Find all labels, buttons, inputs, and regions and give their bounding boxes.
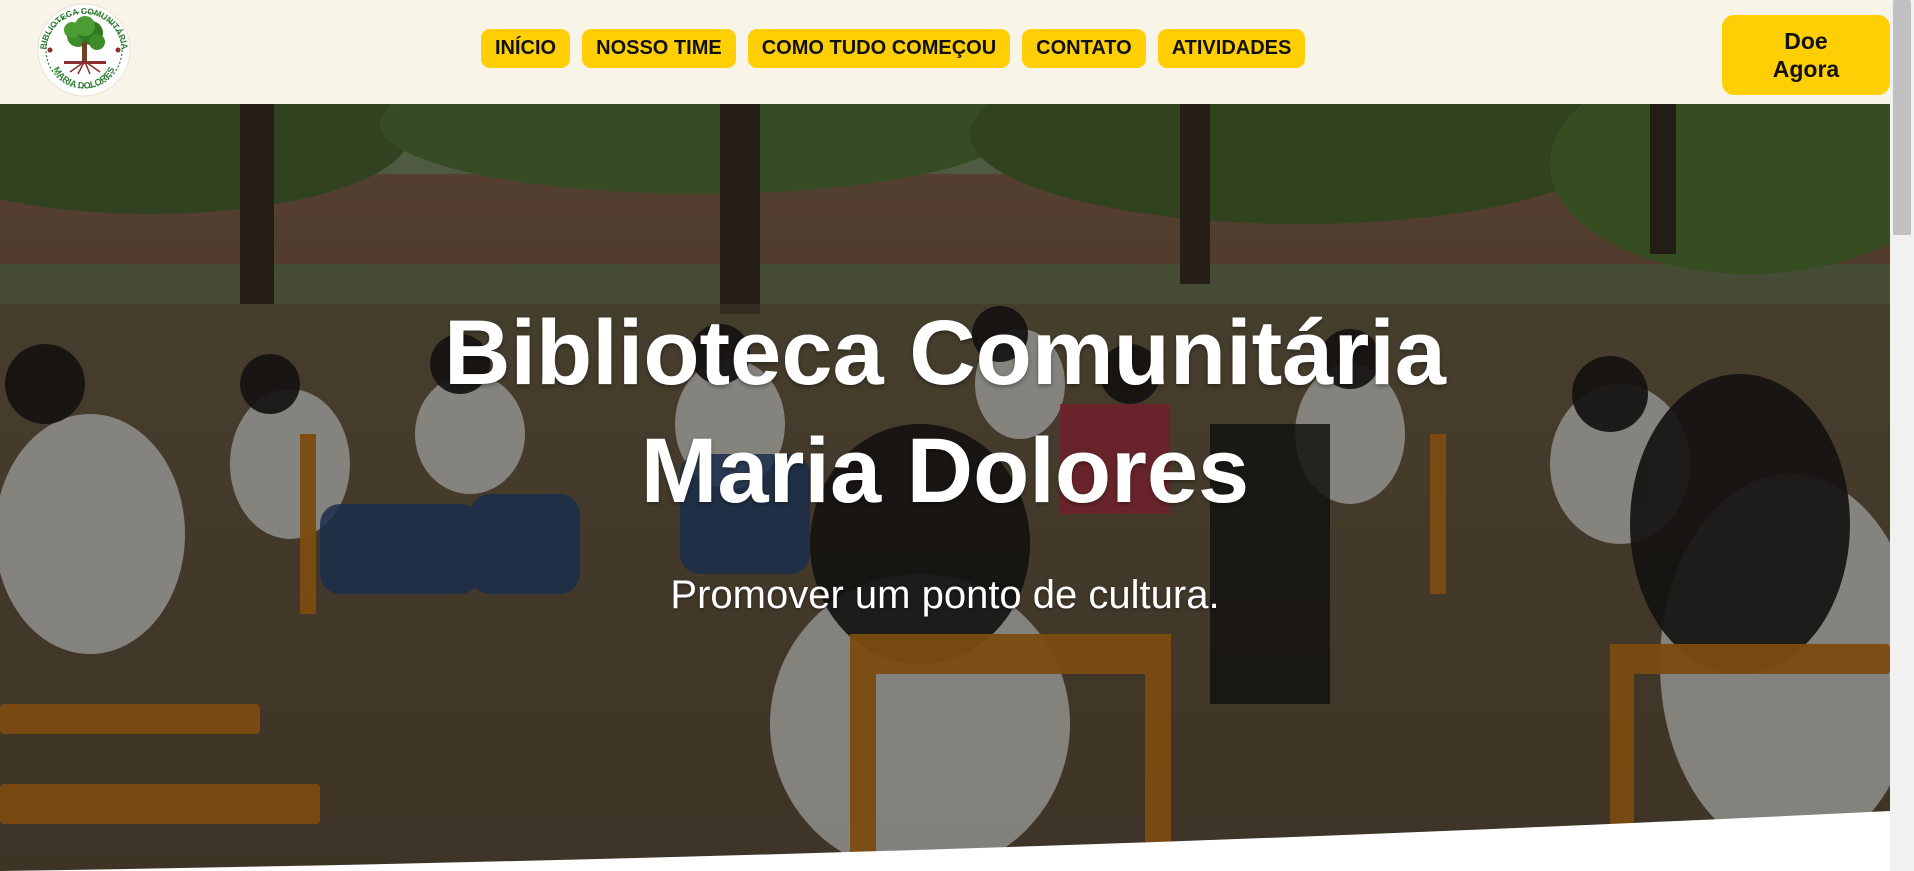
logo[interactable]: BIBLIOTECA COMUNITÁRIA MARIA DOLORES [30, 0, 138, 100]
donate-label: Doe Agora [1773, 27, 1839, 83]
hero-subtitle: Promover um ponto de cultura. [670, 573, 1220, 617]
nav-contato[interactable]: CONTATO [1022, 29, 1146, 68]
hero-title-line1: Biblioteca Comunitária [444, 302, 1446, 404]
nav-nosso-time[interactable]: NOSSO TIME [582, 29, 736, 68]
hero-title-line2: Maria Dolores [640, 420, 1250, 522]
page: BIBLIOTECA COMUNITÁRIA MARIA DOLORES INÍ… [0, 0, 1890, 871]
scrollbar-thumb[interactable] [1893, 0, 1911, 235]
tree-logo-icon: BIBLIOTECA COMUNITÁRIA MARIA DOLORES [37, 3, 131, 97]
hero-bottom-curve [0, 811, 1890, 871]
nav-inicio[interactable]: INÍCIO [481, 29, 571, 68]
site-header: BIBLIOTECA COMUNITÁRIA MARIA DOLORES INÍ… [0, 0, 1890, 104]
donate-label-line2: Agora [1772, 56, 1840, 82]
donate-label-line1: Doe [1784, 28, 1828, 54]
hero-section: Biblioteca Comunitária Maria Dolores Pro… [0, 104, 1890, 871]
donate-button[interactable]: Doe Agora [1722, 15, 1890, 95]
nav-como-tudo-comecou[interactable]: COMO TUDO COMEÇOU [747, 29, 1011, 68]
hero-title: Biblioteca Comunitária Maria Dolores [0, 294, 1890, 530]
main-nav: INÍCIO NOSSO TIME COMO TUDO COMEÇOU CONT… [481, 29, 1306, 68]
nav-atividades[interactable]: ATIVIDADES [1157, 29, 1306, 68]
